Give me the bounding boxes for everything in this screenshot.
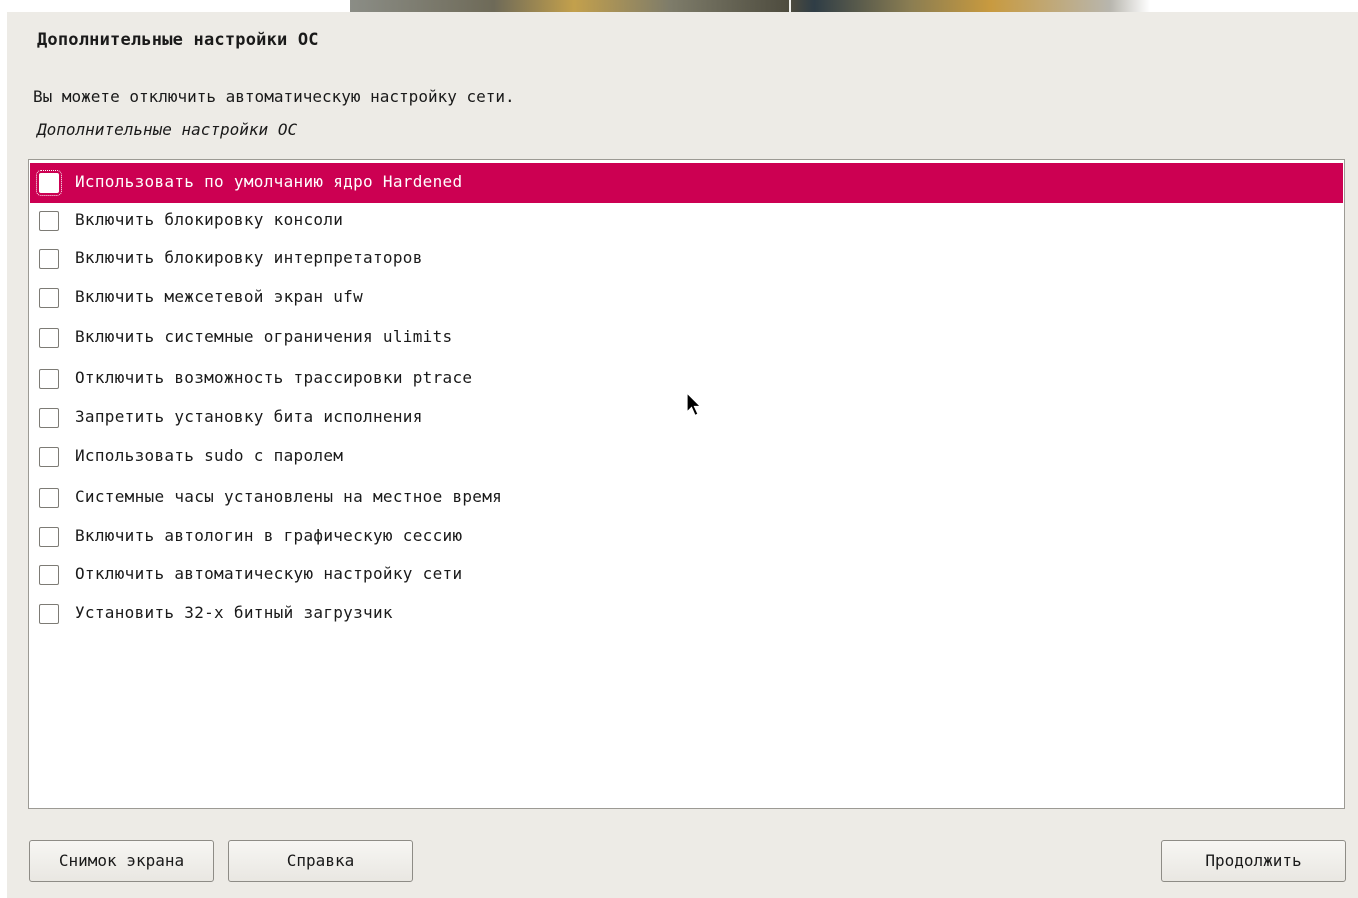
mouse-pointer-icon [686,392,702,417]
option-checkbox[interactable] [39,211,59,231]
option-checkbox[interactable] [39,447,59,467]
option-label: Включить автологин в графическую сессию [75,526,463,545]
option-label: Системные часы установлены на местное вр… [75,487,503,506]
option-label: Включить блокировку консоли [75,210,344,229]
option-label: Запретить установку бита исполнения [75,407,423,426]
option-autologin[interactable]: Включить автологин в графическую сессию [30,517,1343,557]
option-interpreters-lock[interactable]: Включить блокировку интерпретаторов [30,239,1343,279]
page-description: Вы можете отключить автоматическую настр… [33,87,515,106]
option-ufw-firewall[interactable]: Включить межсетевой экран ufw [30,278,1343,318]
option-checkbox[interactable] [39,369,59,389]
option-label: Отключить возможность трассировки ptrace [75,368,473,387]
help-button[interactable]: Справка [228,840,413,882]
options-list: Использовать по умолчанию ядро Hardened … [28,159,1345,809]
option-local-time[interactable]: Системные часы установлены на местное вр… [30,478,1343,518]
option-32bit-bootloader[interactable]: Установить 32-х битный загрузчик [30,594,1343,634]
option-label: Включить межсетевой экран ufw [75,287,364,306]
banner-divider [789,0,791,12]
screenshot-button[interactable]: Снимок экрана [29,840,214,882]
option-ulimits[interactable]: Включить системные ограничения ulimits [30,318,1343,358]
option-console-lock[interactable]: Включить блокировку консоли [30,201,1343,241]
option-checkbox[interactable] [39,328,59,348]
option-checkbox[interactable] [39,527,59,547]
option-label: Использовать sudo с паролем [75,446,344,465]
banner-image [350,0,1150,12]
option-disable-network-autoconfig[interactable]: Отключить автоматическую настройку сети [30,555,1343,595]
top-banner [0,0,1358,12]
option-label: Использовать по умолчанию ядро Hardened [75,172,463,191]
page-title: Дополнительные настройки ОС [37,30,319,50]
option-checkbox[interactable] [39,565,59,585]
option-label: Включить системные ограничения ulimits [75,327,453,346]
options-subheading: Дополнительные настройки ОС [37,120,298,139]
option-checkbox[interactable] [39,249,59,269]
option-label: Отключить автоматическую настройку сети [75,564,463,583]
option-hardened-kernel[interactable]: Использовать по умолчанию ядро Hardened [30,163,1343,203]
option-sudo-password[interactable]: Использовать sudo с паролем [30,437,1343,477]
option-checkbox[interactable] [39,288,59,308]
continue-button[interactable]: Продолжить [1161,840,1346,882]
option-checkbox[interactable] [36,170,62,196]
option-label: Включить блокировку интерпретаторов [75,248,423,267]
option-checkbox[interactable] [39,488,59,508]
option-checkbox[interactable] [39,408,59,428]
option-checkbox[interactable] [39,604,59,624]
option-label: Установить 32-х битный загрузчик [75,603,393,622]
